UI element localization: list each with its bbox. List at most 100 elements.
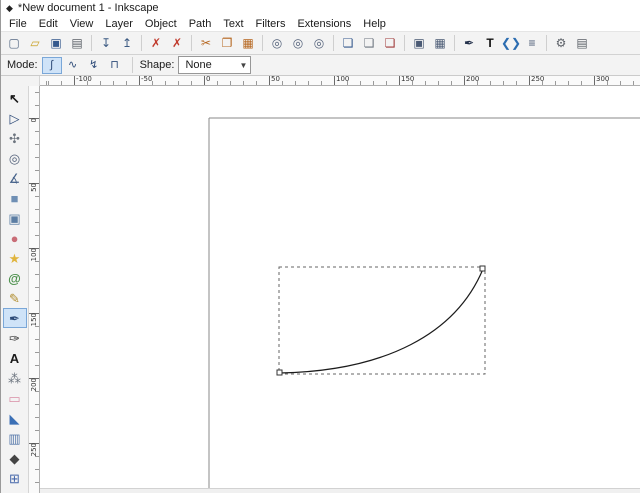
zigzag-mode-icon: ↯ bbox=[88, 58, 99, 71]
clone-button[interactable]: ❏ bbox=[359, 34, 379, 53]
vruler-label: 150 bbox=[30, 313, 38, 327]
menu-filters[interactable]: Filters bbox=[250, 18, 292, 30]
preferences-icon: ⚙ bbox=[555, 36, 567, 50]
menubar: File Edit View Layer Object Path Text Filters Ex… bbox=[1, 16, 640, 31]
ungroup-button[interactable]: ▦ bbox=[430, 34, 450, 53]
titlebar[interactable]: ◆ *New document 1 - Inkscape bbox=[1, 0, 640, 16]
copy-button[interactable]: ❐ bbox=[217, 34, 237, 53]
menu-text[interactable]: Text bbox=[217, 18, 249, 30]
paraxial-mode-icon: ⊓ bbox=[110, 58, 119, 71]
shape-select[interactable]: None ▼ bbox=[178, 56, 252, 74]
canvas[interactable] bbox=[40, 86, 640, 493]
tool-spray[interactable]: ⁂ bbox=[3, 368, 27, 388]
import-button[interactable]: ↧ bbox=[96, 34, 116, 53]
zoom-selection-button[interactable]: ◎ bbox=[267, 34, 287, 53]
tool-zoom[interactable]: ◎ bbox=[3, 148, 27, 168]
align-distribute-button[interactable]: ≡ bbox=[522, 34, 542, 53]
tool-spiral[interactable]: @ bbox=[3, 268, 27, 288]
open-button[interactable]: ▱ bbox=[25, 34, 45, 53]
eraser-icon: ▭ bbox=[8, 390, 21, 406]
toolbar-separator bbox=[91, 35, 92, 51]
path-node-start[interactable] bbox=[276, 369, 283, 376]
vruler-label: 50 bbox=[30, 183, 38, 192]
save-icon: ▣ bbox=[50, 36, 62, 50]
group-button[interactable]: ▣ bbox=[409, 34, 429, 53]
tool-bucket-fill[interactable]: ◣ bbox=[3, 408, 27, 428]
duplicate-button[interactable]: ❏ bbox=[338, 34, 358, 53]
zoom-drawing-button[interactable]: ◎ bbox=[288, 34, 308, 53]
vertical-ruler[interactable]: 0 50 100 150 200 250 bbox=[29, 86, 40, 493]
tool-connector[interactable]: ⊞ bbox=[3, 468, 27, 488]
horizontal-ruler[interactable]: -100 -50 0 50 100 150 200 250 300 bbox=[40, 75, 640, 86]
menu-file[interactable]: File bbox=[3, 18, 33, 30]
tool-text[interactable]: A bbox=[3, 348, 27, 368]
zoom-page-button[interactable]: ◎ bbox=[309, 34, 329, 53]
fill-stroke-button[interactable]: ✒ bbox=[459, 34, 479, 53]
tool-node-editor[interactable]: ▷ bbox=[3, 108, 27, 128]
tool-star[interactable]: ★ bbox=[3, 248, 27, 268]
menu-object[interactable]: Object bbox=[139, 18, 183, 30]
duplicate-icon: ❏ bbox=[342, 36, 354, 50]
align-distribute-icon: ≡ bbox=[528, 36, 536, 50]
menu-view[interactable]: View bbox=[64, 18, 100, 30]
tool-ellipse[interactable]: ● bbox=[3, 228, 27, 248]
tool-measure[interactable]: ∡ bbox=[3, 168, 27, 188]
ellipse-icon: ● bbox=[10, 230, 19, 246]
menu-extensions[interactable]: Extensions bbox=[291, 18, 357, 30]
unlink-clone-button[interactable]: ❏ bbox=[380, 34, 400, 53]
new-document-button[interactable]: ▢ bbox=[4, 34, 24, 53]
toolbar-separator bbox=[262, 35, 263, 51]
menu-help[interactable]: Help bbox=[357, 18, 392, 30]
measure-icon: ∡ bbox=[8, 170, 21, 186]
bezier-curve[interactable] bbox=[279, 268, 484, 374]
redo-button[interactable]: ✗ bbox=[167, 34, 187, 53]
hruler-label: 200 bbox=[466, 75, 480, 83]
print-icon: ▤ bbox=[71, 36, 83, 50]
tool-bezier-pen[interactable]: ✒ bbox=[2, 308, 27, 328]
vruler-label: 0 bbox=[30, 118, 38, 123]
paste-button[interactable]: ▦ bbox=[238, 34, 258, 53]
mode-bezier-button[interactable]: ∫ bbox=[41, 56, 62, 74]
xml-editor-button[interactable]: ❮❯ bbox=[501, 34, 521, 53]
ungroup-icon: ▦ bbox=[434, 36, 446, 50]
mode-spiro-button[interactable]: ∿ bbox=[63, 57, 83, 74]
horizontal-scrollbar[interactable] bbox=[40, 488, 640, 493]
menu-path[interactable]: Path bbox=[183, 18, 218, 30]
cut-button[interactable]: ✂ bbox=[196, 34, 216, 53]
mode-paraxial-button[interactable]: ⊓ bbox=[105, 57, 125, 74]
star-icon: ★ bbox=[8, 250, 21, 266]
menu-edit[interactable]: Edit bbox=[33, 18, 64, 30]
spray-icon: ⁂ bbox=[8, 370, 21, 386]
undo-button[interactable]: ✗ bbox=[146, 34, 166, 53]
tool-pencil[interactable]: ✎ bbox=[3, 288, 27, 308]
path-node-end[interactable] bbox=[479, 265, 486, 272]
shape-label: Shape: bbox=[139, 59, 175, 71]
tool-selector[interactable]: ↖ bbox=[3, 88, 27, 108]
tool-gradient[interactable]: ▥ bbox=[3, 428, 27, 448]
menu-layer[interactable]: Layer bbox=[99, 18, 139, 30]
toolbar-separator bbox=[131, 57, 133, 73]
save-button[interactable]: ▣ bbox=[46, 34, 66, 53]
canvas-drawing bbox=[208, 117, 640, 488]
tool-rectangle[interactable]: ■ bbox=[3, 188, 27, 208]
tool-calligraphy[interactable]: ✑ bbox=[3, 328, 27, 348]
tool-tweak[interactable]: ✣ bbox=[3, 128, 27, 148]
text-dialog-button[interactable]: T bbox=[480, 34, 500, 53]
tool-eraser[interactable]: ▭ bbox=[3, 388, 27, 408]
preferences-button[interactable]: ⚙ bbox=[551, 34, 571, 53]
print-button[interactable]: ▤ bbox=[67, 34, 87, 53]
mode-label: Mode: bbox=[7, 59, 38, 71]
ruler-corner bbox=[1, 76, 40, 86]
document-properties-button[interactable]: ▤ bbox=[572, 34, 592, 53]
selector-icon: ↖ bbox=[9, 90, 20, 106]
shape-value: None bbox=[185, 59, 212, 71]
mode-zigzag-button[interactable]: ↯ bbox=[84, 57, 104, 74]
paste-icon: ▦ bbox=[242, 36, 254, 50]
vruler-label: 200 bbox=[30, 378, 38, 392]
export-button[interactable]: ↥ bbox=[117, 34, 137, 53]
tool-dropper[interactable]: ◆ bbox=[3, 448, 27, 468]
text-dialog-icon: T bbox=[486, 36, 494, 50]
copy-icon: ❐ bbox=[221, 36, 233, 50]
tool-box-3d[interactable]: ▣ bbox=[3, 208, 27, 228]
gradient-icon: ▥ bbox=[8, 430, 21, 446]
